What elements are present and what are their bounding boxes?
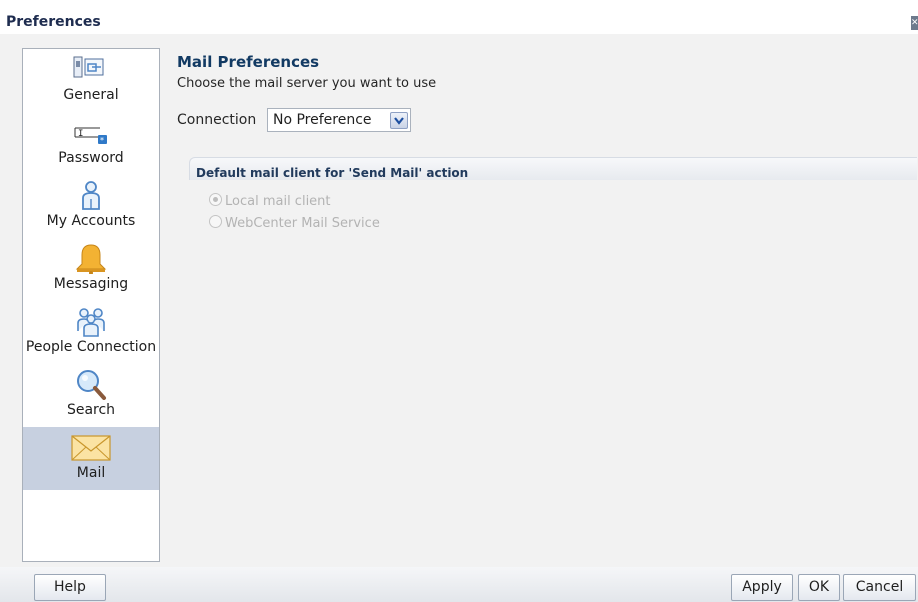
magnifier-icon xyxy=(77,370,106,400)
radio-label: WebCenter Mail Service xyxy=(225,216,380,231)
mail-client-group-title: Default mail client for 'Send Mail' acti… xyxy=(196,166,469,180)
connection-select-value: No Preference xyxy=(273,112,372,128)
sidebar-item-label: Messaging xyxy=(53,276,129,292)
cancel-button[interactable]: Cancel xyxy=(843,574,916,601)
sidebar-item-search[interactable]: Search xyxy=(23,364,159,427)
sidebar-item-label: General xyxy=(63,87,119,103)
page-title: Mail Preferences xyxy=(177,53,320,71)
radio-option-local-mail[interactable]: Local mail client xyxy=(209,193,331,209)
preferences-sidebar: General I * Password My Accounts Messagi… xyxy=(22,48,160,562)
sidebar-item-password[interactable]: I * Password xyxy=(23,112,159,175)
close-icon[interactable]: ✕ xyxy=(911,16,918,30)
sidebar-item-label: People Connection xyxy=(25,339,157,355)
dialog-title: Preferences xyxy=(6,14,101,30)
sidebar-item-label: My Accounts xyxy=(46,213,136,229)
apply-button[interactable]: Apply xyxy=(731,574,793,601)
radio-button[interactable] xyxy=(209,193,222,206)
sidebar-item-people-connection[interactable]: People Connection xyxy=(23,301,159,364)
sidebar-item-label: Search xyxy=(66,402,116,418)
sidebar-item-mail[interactable]: Mail xyxy=(23,427,159,490)
chevron-down-icon[interactable] xyxy=(390,112,408,129)
page-subtitle: Choose the mail server you want to use xyxy=(177,76,437,91)
ok-button[interactable]: OK xyxy=(798,574,840,601)
connection-select[interactable]: No Preference xyxy=(267,108,411,132)
people-group-icon xyxy=(77,308,105,337)
radio-button[interactable] xyxy=(209,215,222,228)
help-button[interactable]: Help xyxy=(34,574,106,601)
general-settings-icon xyxy=(73,56,104,78)
envelope-icon xyxy=(71,435,111,461)
connection-label: Connection xyxy=(177,112,257,128)
bell-icon xyxy=(75,244,107,274)
svg-text:I: I xyxy=(78,129,83,139)
person-icon xyxy=(82,181,100,210)
sidebar-item-messaging[interactable]: Messaging xyxy=(23,238,159,301)
password-field-icon: I * xyxy=(74,127,107,145)
radio-label: Local mail client xyxy=(225,194,331,209)
sidebar-item-label: Mail xyxy=(76,465,106,481)
svg-text:*: * xyxy=(100,136,104,145)
sidebar-item-general[interactable]: General xyxy=(23,49,159,112)
radio-option-webcenter-mail[interactable]: WebCenter Mail Service xyxy=(209,215,380,231)
sidebar-item-label: Password xyxy=(58,150,124,166)
sidebar-item-my-accounts[interactable]: My Accounts xyxy=(23,175,159,238)
